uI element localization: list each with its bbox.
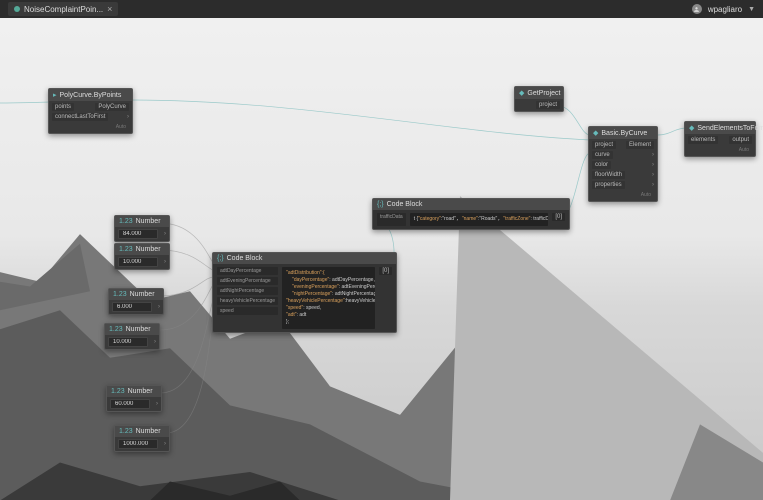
input-port[interactable]: properties bbox=[592, 181, 625, 189]
input-port[interactable]: color bbox=[592, 161, 611, 169]
user-menu[interactable]: wpagliaro ▼ bbox=[692, 4, 755, 14]
codeblock-icon: {;} bbox=[377, 201, 384, 208]
number-input[interactable] bbox=[112, 302, 152, 312]
username: wpagliaro bbox=[708, 5, 742, 14]
code-editor[interactable]: t {"category":"road", "name":"Roads", "t… bbox=[410, 213, 549, 226]
node-title: Basic.ByCurve bbox=[601, 130, 647, 137]
node-title: Number bbox=[136, 246, 161, 253]
node-number-5[interactable]: 1.23Number › bbox=[106, 385, 162, 412]
node-title: Code Block bbox=[227, 255, 263, 262]
node-polycurve-bypoints[interactable]: ▸ PolyCurve.ByPoints points PolyCurve co… bbox=[48, 88, 133, 134]
chevron-down-icon: ▼ bbox=[748, 6, 755, 13]
node-type-icon: ▸ bbox=[53, 91, 57, 99]
input-port[interactable]: points bbox=[52, 103, 74, 111]
input-port[interactable]: heavyVehiclePercentage bbox=[217, 297, 278, 305]
node-title: GetProject bbox=[527, 90, 560, 97]
close-icon[interactable]: × bbox=[107, 4, 112, 14]
number-icon: 1.23 bbox=[109, 326, 123, 333]
lacing-label: Auto bbox=[688, 146, 752, 154]
node-codeblock-1[interactable]: {;}Code Block trafficData t {"category":… bbox=[372, 198, 570, 230]
chevron-right-icon: › bbox=[652, 152, 654, 158]
number-icon: 1.23 bbox=[119, 246, 133, 253]
chevron-right-icon: › bbox=[652, 172, 654, 178]
output-port[interactable]: › bbox=[154, 339, 156, 345]
output-port[interactable]: › bbox=[156, 401, 158, 407]
file-tab[interactable]: NoiseComplaintPoin... × bbox=[8, 2, 118, 16]
titlebar: NoiseComplaintPoin... × wpagliaro ▼ bbox=[0, 0, 763, 18]
node-number-3[interactable]: 1.23Number › bbox=[108, 288, 164, 315]
node-number-4[interactable]: 1.23Number › bbox=[104, 323, 160, 350]
input-port[interactable]: elements bbox=[688, 136, 718, 144]
lacing-label: Auto bbox=[52, 123, 129, 131]
output-port[interactable]: [0] bbox=[379, 267, 392, 275]
node-number-6[interactable]: 1.23Number › bbox=[114, 425, 170, 452]
user-avatar-icon bbox=[692, 4, 702, 14]
graph-canvas[interactable]: ▸ PolyCurve.ByPoints points PolyCurve co… bbox=[0, 18, 763, 500]
number-input[interactable] bbox=[110, 399, 150, 409]
input-port[interactable]: adtEveningPercentage bbox=[217, 277, 278, 285]
node-sendelements[interactable]: ◆SendElementsToForma elementsoutput Auto bbox=[684, 121, 756, 157]
number-input[interactable] bbox=[118, 257, 158, 267]
input-port[interactable]: floorWidth bbox=[592, 171, 625, 179]
node-number-2[interactable]: 1.23Number › bbox=[114, 243, 170, 270]
output-port[interactable]: project bbox=[536, 101, 560, 109]
number-input[interactable] bbox=[108, 337, 148, 347]
number-input[interactable] bbox=[118, 229, 158, 239]
input-port[interactable]: speed bbox=[217, 307, 278, 315]
output-port[interactable]: › bbox=[164, 231, 166, 237]
node-codeblock-2[interactable]: {;}Code Block adtDayPercentage adtEvenin… bbox=[212, 252, 397, 333]
code-editor[interactable]: "adtDistribution":{ "dayPercentage": adt… bbox=[282, 267, 375, 329]
number-icon: 1.23 bbox=[119, 218, 133, 225]
input-port[interactable]: project bbox=[592, 141, 616, 149]
node-type-icon: ◆ bbox=[689, 124, 694, 132]
output-port[interactable]: [0] bbox=[552, 213, 565, 221]
node-basic-bycurve[interactable]: ◆Basic.ByCurve project Element curve › col… bbox=[588, 126, 658, 202]
node-title: Code Block bbox=[387, 201, 423, 208]
node-title: Number bbox=[130, 291, 155, 298]
input-port[interactable]: adtNightPercentage bbox=[217, 287, 278, 295]
number-icon: 1.23 bbox=[119, 428, 133, 435]
node-number-1[interactable]: 1.23Number › bbox=[114, 215, 170, 242]
node-title: Number bbox=[136, 428, 161, 435]
input-port[interactable]: adtDayPercentage bbox=[217, 267, 278, 275]
node-type-icon: ◆ bbox=[593, 129, 598, 137]
number-icon: 1.23 bbox=[111, 388, 125, 395]
output-port[interactable]: › bbox=[164, 259, 166, 265]
tab-status-icon bbox=[14, 6, 20, 12]
node-title: SendElementsToForma bbox=[697, 125, 763, 132]
input-port[interactable]: connectLastToFirst bbox=[52, 113, 108, 121]
output-port[interactable]: Element bbox=[626, 141, 654, 149]
node-title: PolyCurve.ByPoints bbox=[60, 92, 122, 99]
node-type-icon: ◆ bbox=[519, 89, 524, 97]
chevron-right-icon: › bbox=[652, 162, 654, 168]
output-port[interactable]: PolyCurve bbox=[95, 103, 129, 111]
output-port[interactable]: › bbox=[158, 304, 160, 310]
input-port[interactable]: curve bbox=[592, 151, 613, 159]
input-port[interactable]: trafficData bbox=[377, 213, 406, 226]
output-port[interactable]: › bbox=[164, 441, 166, 447]
node-title: Number bbox=[126, 326, 151, 333]
chevron-right-icon: › bbox=[652, 182, 654, 188]
output-port[interactable]: output bbox=[729, 136, 752, 144]
tab-title: NoiseComplaintPoin... bbox=[24, 5, 103, 14]
lacing-label: Auto bbox=[592, 191, 654, 199]
node-title: Number bbox=[136, 218, 161, 225]
node-getproject[interactable]: ◆GetProject project bbox=[514, 86, 564, 112]
codeblock-icon: {;} bbox=[217, 255, 224, 262]
chevron-right-icon: › bbox=[127, 114, 129, 120]
node-title: Number bbox=[128, 388, 153, 395]
number-icon: 1.23 bbox=[113, 291, 127, 298]
number-input[interactable] bbox=[118, 439, 158, 449]
